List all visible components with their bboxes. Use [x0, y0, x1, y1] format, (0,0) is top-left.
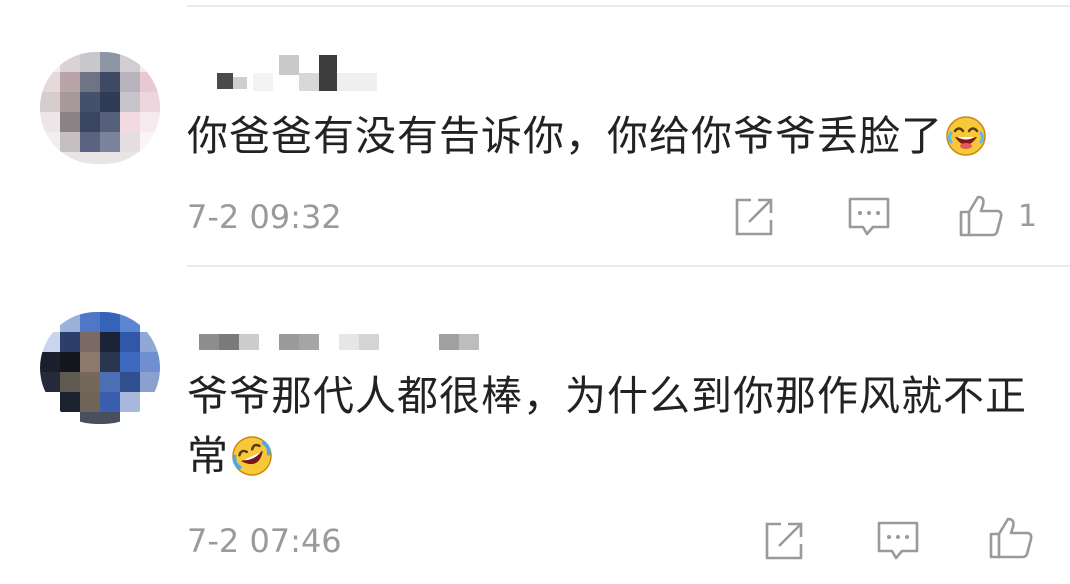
- like-button[interactable]: [988, 516, 1048, 560]
- username-blurred[interactable]: [195, 330, 485, 354]
- comment-text-content: 你爸爸有没有告诉你，你给你爷爷丢脸了: [187, 112, 943, 160]
- share-icon: [733, 196, 775, 238]
- share-button[interactable]: [733, 196, 775, 238]
- avatar-blurred[interactable]: [40, 52, 160, 164]
- grinning-tears-face-icon: [945, 113, 987, 173]
- comment-icon: [876, 520, 920, 562]
- share-icon: [763, 520, 805, 562]
- like-count: 1: [1018, 198, 1038, 234]
- comment-text: 你爸爸有没有告诉你，你给你爷爷丢脸了: [187, 106, 1047, 173]
- username-blurred[interactable]: [195, 55, 385, 93]
- comment-timestamp: 7-2 09:32: [187, 198, 342, 236]
- comment-reply-button[interactable]: [876, 520, 920, 562]
- comment-text: 爷爷那代人都很棒，为什么到你那作风就不正常: [187, 366, 1047, 493]
- thumbs-up-icon: [958, 194, 1004, 238]
- comment-divider: [187, 265, 1070, 267]
- avatar-blurred[interactable]: [40, 312, 160, 424]
- comment-timestamp: 7-2 07:46: [187, 522, 342, 560]
- comment-text-content: 爷爷那代人都很棒，为什么到你那作风就不正常: [187, 372, 1027, 480]
- comment-reply-button[interactable]: [847, 196, 891, 238]
- top-divider: [187, 5, 1070, 7]
- share-button[interactable]: [763, 520, 805, 562]
- thumbs-up-icon: [988, 516, 1034, 560]
- like-button[interactable]: 1: [958, 194, 1037, 238]
- rolling-laughing-face-icon: [231, 433, 273, 493]
- comment-icon: [847, 196, 891, 238]
